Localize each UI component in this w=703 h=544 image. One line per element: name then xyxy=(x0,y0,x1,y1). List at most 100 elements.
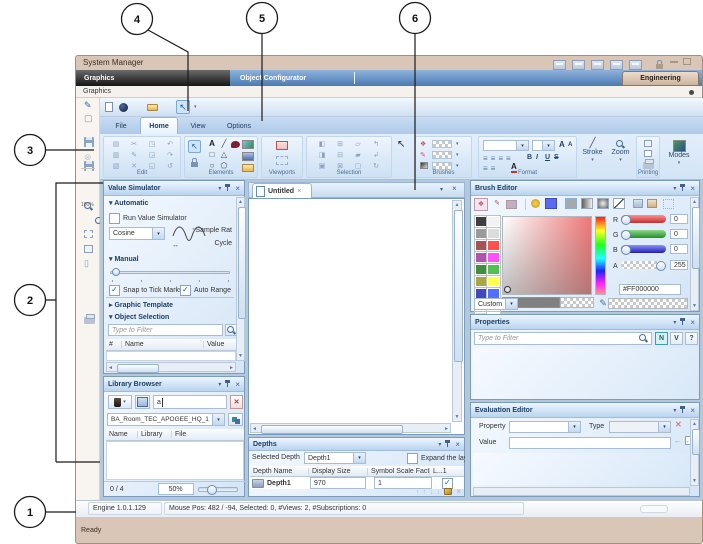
depth-style-icon[interactable] xyxy=(444,488,452,495)
copy-brush-icon[interactable] xyxy=(633,199,643,208)
fill-brush-swatch[interactable] xyxy=(432,140,452,148)
gradient-brush-dropdown-icon[interactable] xyxy=(456,162,459,169)
value-input[interactable] xyxy=(509,437,671,449)
selection-tool-icon[interactable]: ⊟ xyxy=(331,150,349,161)
panel-menu-icon[interactable] xyxy=(438,441,441,448)
edit-tool-icon[interactable]: ◳ xyxy=(143,139,161,150)
library-list[interactable] xyxy=(106,441,244,480)
depth-row[interactable]: Depth1 970 1 xyxy=(250,477,464,489)
depths-table-header[interactable]: Depth Name Display Size Symbol Scale Fac… xyxy=(250,466,464,477)
close-icon[interactable] xyxy=(690,318,695,327)
scroll-up-icon[interactable]: ▲ xyxy=(691,198,698,206)
snap-row[interactable]: Snap to Tick Marks xyxy=(109,285,183,296)
col-display-size[interactable]: Display Size xyxy=(309,468,368,475)
gradient-brush-swatch[interactable] xyxy=(432,162,452,170)
no-brush-type-icon[interactable] xyxy=(613,198,625,209)
evaluation-delete-icon[interactable]: ✕ xyxy=(675,420,682,429)
page-setup-icon[interactable] xyxy=(644,150,652,157)
selection-tool-icon[interactable]: ↲ xyxy=(367,150,385,161)
stroke-brush-dropdown-icon[interactable] xyxy=(456,151,459,158)
search-icon[interactable] xyxy=(639,334,648,343)
color-swatch[interactable] xyxy=(487,216,500,227)
fill-brush-dropdown-icon[interactable] xyxy=(456,140,459,147)
canvas[interactable] xyxy=(248,198,465,435)
print-icon[interactable] xyxy=(84,317,95,324)
filter-help-button[interactable]: ? xyxy=(685,332,698,345)
align-icons[interactable]: ≡≡≡≡ xyxy=(483,154,514,163)
canvas-tab-untitled[interactable]: Untitled × xyxy=(252,183,312,198)
shrink-font-icon[interactable]: A xyxy=(568,142,572,148)
tab-object-configurator[interactable]: Object Configurator xyxy=(230,70,352,86)
col-name[interactable]: Name xyxy=(122,341,204,348)
layout-quad-icon[interactable] xyxy=(610,60,623,70)
manual-slider-thumb[interactable] xyxy=(112,268,120,276)
library-browser-header[interactable]: Library Browser xyxy=(104,377,244,392)
eyedropper-icon[interactable]: ✐ xyxy=(596,299,607,307)
brush-editor-vscrollbar[interactable]: ▲ ▼ xyxy=(690,197,699,311)
select-mode-icon[interactable]: ↖ xyxy=(397,139,405,150)
edit-tool-icon[interactable]: ↶ xyxy=(161,139,179,150)
blue-slider[interactable] xyxy=(621,245,666,253)
edit-tool-icon[interactable]: ▥ xyxy=(107,150,125,161)
pin-icon[interactable] xyxy=(680,184,686,192)
scroll-right-icon[interactable]: ► xyxy=(229,364,234,372)
scroll-up-icon[interactable]: ▲ xyxy=(237,198,244,206)
graphic-template-section-header[interactable]: Graphic Template xyxy=(109,301,173,309)
vscroll-thumb[interactable] xyxy=(238,207,246,319)
vscroll-thumb[interactable] xyxy=(692,207,700,269)
library-zoom-slider[interactable] xyxy=(198,487,238,492)
grow-font-icon[interactable]: A xyxy=(559,140,565,149)
paste-brush-icon[interactable] xyxy=(647,199,657,208)
radial-gradient-type-icon[interactable] xyxy=(597,198,609,209)
prev-icon[interactable]: ← xyxy=(674,438,681,445)
tab-list-dropdown-icon[interactable]: ▾ xyxy=(440,186,443,193)
object-filter-input[interactable]: Type to Filter xyxy=(108,324,223,336)
selection-tool-icon[interactable]: ▰ xyxy=(349,150,367,161)
close-icon[interactable] xyxy=(690,406,695,415)
evaluation-hscrollbar[interactable] xyxy=(473,487,690,496)
scroll-down-icon[interactable]: ▼ xyxy=(691,302,698,310)
ellipse-tool-icon[interactable]: ○ xyxy=(206,161,218,170)
library-search-input[interactable]: a xyxy=(153,395,227,409)
color-swatch[interactable] xyxy=(487,252,500,263)
depth-dropdown-icon[interactable]: ▾ xyxy=(353,453,365,463)
brush-tool-icon[interactable] xyxy=(231,141,240,148)
font-family-dropdown-icon[interactable]: ▾ xyxy=(516,141,528,150)
media-tool-icon[interactable] xyxy=(242,152,254,161)
depth-order-icon[interactable]: ↓ xyxy=(435,489,442,496)
image-tool-icon[interactable] xyxy=(242,140,254,149)
stroke-button[interactable]: ╱ Stroke xyxy=(580,137,605,177)
document-lock-icon[interactable]: ▯ xyxy=(84,258,89,269)
horizontal-scrollbar[interactable]: ◄ ► xyxy=(106,362,236,372)
modes-button[interactable]: Modes xyxy=(664,137,694,177)
ribbon-tab-view[interactable]: View xyxy=(182,118,214,134)
col-library[interactable]: Library xyxy=(138,431,172,438)
saturation-value-picker[interactable] xyxy=(502,216,592,295)
depth-order-icon[interactable]: ↓ xyxy=(428,489,435,496)
evaluation-vscrollbar[interactable]: ▲ ▼ xyxy=(690,419,699,486)
alpha-slider[interactable] xyxy=(621,261,666,269)
col-name[interactable]: Name xyxy=(106,431,138,438)
canvas-vscrollbar[interactable]: ▲ ▼ xyxy=(452,200,462,422)
object-table-body[interactable] xyxy=(106,351,236,361)
blue-value[interactable]: 0 xyxy=(670,244,688,254)
close-icon[interactable] xyxy=(455,440,460,449)
layout-full-icon[interactable] xyxy=(629,60,642,70)
print-preview-icon[interactable] xyxy=(644,140,652,147)
red-value[interactable]: 0 xyxy=(670,214,688,224)
depth-visible-checkbox[interactable] xyxy=(442,478,453,489)
close-icon[interactable] xyxy=(690,184,695,193)
scroll-up-icon[interactable]: ▲ xyxy=(691,420,698,428)
line-tool-icon[interactable]: ╱ xyxy=(218,139,230,148)
blue-thumb[interactable] xyxy=(621,245,631,255)
vscroll-thumb[interactable] xyxy=(692,429,700,455)
scroll-down-icon[interactable]: ▼ xyxy=(237,352,244,360)
scroll-right-icon[interactable]: ► xyxy=(444,425,449,433)
hue-slider[interactable] xyxy=(595,216,606,295)
library-dropdown-icon[interactable]: ▾ xyxy=(212,414,224,425)
canvas-hscroll-thumb[interactable] xyxy=(261,425,403,434)
snap-checkbox[interactable] xyxy=(109,285,120,296)
property-dropdown-icon[interactable]: ▾ xyxy=(568,422,580,432)
col-symbol-scale[interactable]: Symbol Scale Factor xyxy=(368,468,430,475)
clear-search-button[interactable]: ✕ xyxy=(230,395,243,409)
